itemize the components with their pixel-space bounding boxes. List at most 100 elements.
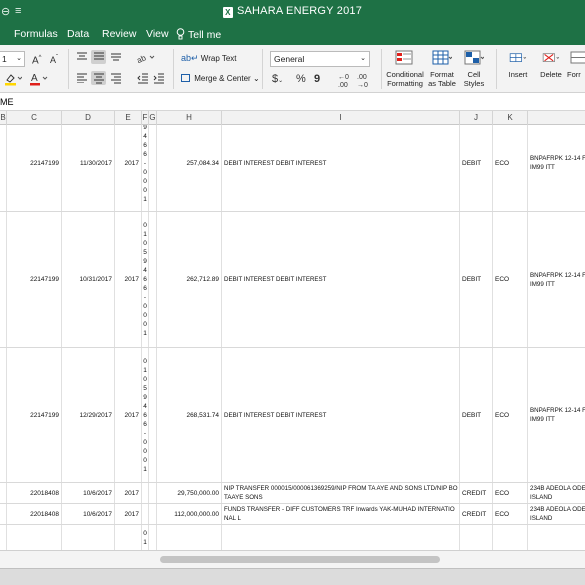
cell-type[interactable]: DEBIT — [460, 212, 493, 347]
highlight-color-icon[interactable] — [4, 72, 23, 90]
cell-account[interactable] — [7, 525, 62, 550]
cell-amount[interactable]: 268,531.74 — [157, 348, 222, 482]
column-header-F[interactable]: F — [142, 111, 149, 125]
delete-button[interactable]: Delete — [535, 50, 567, 79]
number-format-combo[interactable]: General ⌄ — [270, 51, 370, 67]
cell-description[interactable]: DEBIT INTEREST DEBIT INTEREST — [222, 212, 460, 347]
cell-b[interactable] — [0, 348, 7, 482]
cell-reference[interactable] — [142, 483, 149, 503]
format-button[interactable]: Forr — [567, 50, 585, 79]
cell-b[interactable] — [0, 525, 7, 550]
scrollbar-thumb[interactable] — [160, 556, 440, 563]
conditional-formatting-button[interactable]: Conditional Formatting — [384, 50, 426, 88]
increase-decimal-icon[interactable]: ←0 .00 — [338, 74, 356, 90]
cell-account[interactable]: 22018408 — [7, 504, 62, 524]
cell-date[interactable]: 10/31/2017 — [62, 212, 115, 347]
cell-year[interactable]: 2017 — [115, 125, 142, 211]
column-header-E[interactable]: E — [115, 111, 142, 125]
cell-b[interactable] — [0, 212, 7, 347]
decrease-font-icon[interactable]: Aˇ — [50, 52, 58, 66]
tab-review[interactable]: Review — [102, 28, 136, 40]
align-left-icon[interactable] — [76, 73, 88, 87]
cell-reference[interactable]: 01059466-0001 — [142, 212, 149, 347]
cell-bank[interactable]: ECO — [493, 504, 528, 524]
cell-g[interactable] — [149, 483, 157, 503]
cell-date[interactable] — [62, 525, 115, 550]
cell-date[interactable]: 12/29/2017 — [62, 348, 115, 482]
cell-reference[interactable]: 01059466-0001 — [142, 348, 149, 482]
cell-bank[interactable] — [493, 525, 528, 550]
cell-styles-button[interactable]: Cell Styles — [460, 50, 488, 88]
cell-account[interactable]: 22147199 — [7, 348, 62, 482]
currency-icon[interactable]: $⌄ — [272, 73, 283, 87]
tab-view[interactable]: View — [146, 28, 169, 40]
cell-b[interactable] — [0, 483, 7, 503]
cell-beneficiary[interactable]: BNPAFRPK 12-14 F IM99 ITT — [528, 212, 585, 347]
column-header-B[interactable]: B — [0, 111, 7, 125]
cell-beneficiary[interactable]: 234B ADEOLA ODE ISLAND — [528, 483, 585, 503]
cell-bank[interactable]: ECO — [493, 348, 528, 482]
tab-formulas[interactable]: Formulas — [14, 28, 58, 40]
cell-amount[interactable] — [157, 525, 222, 550]
cell-type[interactable]: CREDIT — [460, 483, 493, 503]
cell-description[interactable]: DEBIT INTEREST DEBIT INTEREST — [222, 125, 460, 211]
cell-date[interactable]: 10/6/2017 — [62, 483, 115, 503]
cell-amount[interactable]: 262,712.89 — [157, 212, 222, 347]
cell-account[interactable]: 22147199 — [7, 212, 62, 347]
column-header-K[interactable]: K — [493, 111, 528, 125]
cell-amount[interactable]: 112,000,000.00 — [157, 504, 222, 524]
cell-year[interactable]: 2017 — [115, 483, 142, 503]
column-header-L[interactable] — [528, 111, 585, 125]
column-header-D[interactable]: D — [62, 111, 115, 125]
align-center-icon[interactable] — [91, 71, 106, 85]
horizontal-scrollbar[interactable] — [0, 550, 585, 568]
increase-font-icon[interactable]: A^ — [32, 52, 42, 67]
decrease-indent-icon[interactable] — [137, 73, 149, 88]
cell-description[interactable]: FUNDS TRANSFER - DIFF CUSTOMERS TRF Inwa… — [222, 504, 460, 524]
cell-bank[interactable]: ECO — [493, 212, 528, 347]
cell-description[interactable]: NIP TRANSFER 000015/000061369259/NIP FRO… — [222, 483, 460, 503]
cell-type[interactable] — [460, 525, 493, 550]
font-size-combo[interactable]: 1 ⌄ — [0, 51, 25, 67]
cell-b[interactable] — [0, 504, 7, 524]
cell-g[interactable] — [149, 125, 157, 211]
tab-data[interactable]: Data — [67, 28, 89, 40]
cell-account[interactable]: 22018408 — [7, 483, 62, 503]
merge-center-button[interactable]: Merge & Center ⌄ — [181, 74, 260, 83]
column-header-I[interactable]: I — [222, 111, 460, 125]
cell-account[interactable]: 22147199 — [7, 125, 62, 211]
font-color-icon[interactable]: A — [30, 72, 48, 90]
name-box[interactable]: ME — [0, 93, 14, 111]
cell-amount[interactable]: 257,084.34 — [157, 125, 222, 211]
format-as-table-button[interactable]: Format as Table — [426, 50, 458, 88]
cell-type[interactable]: CREDIT — [460, 504, 493, 524]
cell-b[interactable] — [0, 125, 7, 211]
cell-year[interactable] — [115, 525, 142, 550]
cell-amount[interactable]: 29,750,000.00 — [157, 483, 222, 503]
percent-icon[interactable]: % — [296, 73, 306, 85]
cell-reference[interactable]: 9466-0001 — [142, 125, 149, 211]
cell-year[interactable]: 2017 — [115, 504, 142, 524]
cell-description[interactable]: DEBIT INTEREST DEBIT INTEREST — [222, 348, 460, 482]
cell-beneficiary[interactable]: 234B ADEOLA ODE ISLAND — [528, 504, 585, 524]
cell-g[interactable] — [149, 525, 157, 550]
column-header-H[interactable]: H — [157, 111, 222, 125]
cell-date[interactable]: 11/30/2017 — [62, 125, 115, 211]
wrap-text-button[interactable]: ab↵ Wrap Text — [181, 53, 237, 64]
cell-g[interactable] — [149, 504, 157, 524]
cell-reference[interactable]: 01 — [142, 525, 149, 550]
align-middle-icon[interactable] — [91, 50, 106, 64]
cell-g[interactable] — [149, 212, 157, 347]
align-right-icon[interactable] — [110, 73, 122, 88]
cell-date[interactable]: 10/6/2017 — [62, 504, 115, 524]
cell-bank[interactable]: ECO — [493, 483, 528, 503]
cell-year[interactable]: 2017 — [115, 348, 142, 482]
cell-g[interactable] — [149, 348, 157, 482]
cell-type[interactable]: DEBIT — [460, 348, 493, 482]
column-header-C[interactable]: C — [7, 111, 62, 125]
column-header-J[interactable]: J — [460, 111, 493, 125]
cell-beneficiary[interactable]: BNPAFRPK 12-14 F IM99 ITT — [528, 348, 585, 482]
align-top-icon[interactable] — [76, 52, 88, 66]
cell-description[interactable] — [222, 525, 460, 550]
orientation-icon[interactable]: ab — [135, 51, 157, 67]
